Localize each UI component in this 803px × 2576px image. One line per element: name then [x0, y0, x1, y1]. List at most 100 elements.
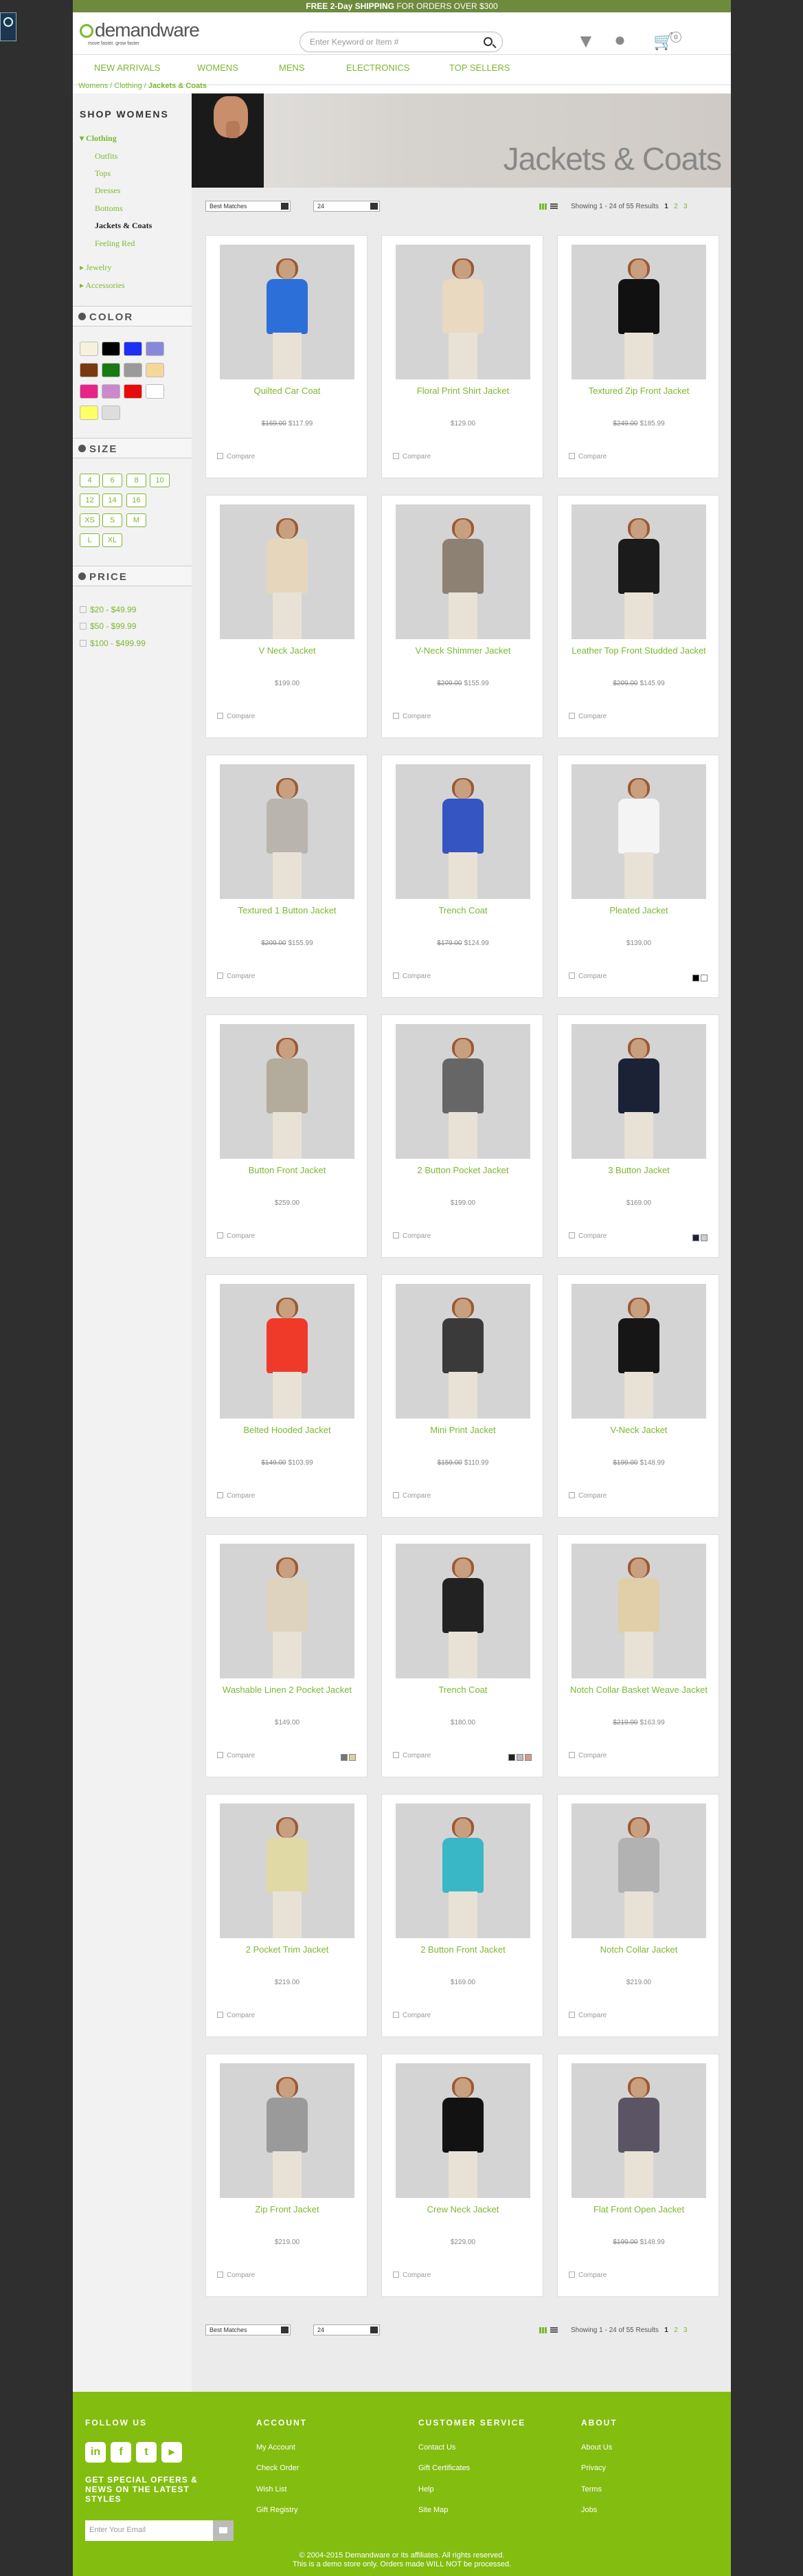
checkbox[interactable]	[569, 1752, 575, 1758]
size-option[interactable]: L	[80, 533, 100, 547]
product-tile[interactable]: Trench Coat $179.00 $124.99 Compare	[381, 755, 543, 998]
checkbox[interactable]	[393, 973, 399, 979]
product-name[interactable]: Zip Front Jacket	[212, 2204, 363, 2215]
product-tile[interactable]: Washable Linen 2 Pocket Jacket $149.00 Com…	[205, 1534, 367, 1777]
youtube-icon[interactable]: ▶	[161, 2442, 182, 2463]
product-swatch[interactable]	[525, 1754, 532, 1761]
compare-checkbox[interactable]: Compare	[393, 2272, 431, 2279]
footer-site-map[interactable]: Site Map	[418, 2506, 448, 2514]
footer-jobs[interactable]: Jobs	[581, 2506, 597, 2514]
email-submit-button[interactable]	[213, 2520, 234, 2541]
compare-checkbox[interactable]: Compare	[393, 2012, 431, 2019]
footer-my-account[interactable]: My Account	[256, 2443, 295, 2452]
product-name[interactable]: Button Front Jacket	[212, 1165, 363, 1176]
product-name[interactable]: Crew Neck Jacket	[387, 2204, 539, 2215]
product-tile[interactable]: Button Front Jacket $259.00 Compare	[205, 1014, 367, 1258]
nav-top-sellers[interactable]: TOP SELLERS	[449, 63, 510, 73]
product-tile[interactable]: Belted Hooded Jacket $149.00 $103.99 Compar…	[205, 1274, 367, 1518]
size-option[interactable]: 4	[80, 474, 100, 487]
checkbox[interactable]	[569, 1232, 575, 1239]
color-swatch[interactable]	[102, 342, 120, 356]
color-swatch[interactable]	[124, 363, 142, 377]
sub-outfits[interactable]: Outfits	[95, 151, 117, 162]
product-image[interactable]	[396, 2063, 530, 2198]
color-swatch[interactable]	[124, 342, 142, 356]
checkbox[interactable]	[393, 1232, 399, 1239]
color-swatch[interactable]	[80, 342, 98, 356]
page-2[interactable]: 2	[674, 2327, 678, 2334]
product-swatch[interactable]	[349, 1754, 356, 1761]
checkbox[interactable]	[80, 623, 87, 630]
product-tile[interactable]: V-Neck Jacket $199.00 $148.99 Compare	[557, 1274, 719, 1518]
breadcrumb-womens[interactable]: Womens	[78, 82, 108, 90]
product-name[interactable]: Flat Front Open Jacket	[563, 2204, 714, 2215]
compare-checkbox[interactable]: Compare	[217, 453, 255, 460]
list-view-icon[interactable]	[550, 2327, 558, 2333]
product-name[interactable]: Quilted Car Coat	[212, 386, 363, 397]
product-tile[interactable]: Textured 1 Button Jacket $209.00 $155.99 Co…	[205, 755, 367, 998]
product-name[interactable]: Mini Print Jacket	[387, 1425, 539, 1436]
checkbox[interactable]	[569, 453, 575, 459]
product-name[interactable]: V-Neck Shimmer Jacket	[387, 645, 539, 656]
product-name[interactable]: Belted Hooded Jacket	[212, 1425, 363, 1436]
footer-terms[interactable]: Terms	[581, 2485, 602, 2494]
checkbox[interactable]	[569, 973, 575, 979]
checkbox[interactable]	[393, 2012, 399, 2018]
sub-dresses[interactable]: Dresses	[95, 186, 120, 196]
product-image[interactable]	[396, 1024, 530, 1159]
color-swatch[interactable]	[80, 384, 98, 399]
product-swatch[interactable]	[692, 975, 699, 981]
grid-view-icon[interactable]	[539, 2327, 547, 2333]
checkbox[interactable]	[393, 713, 399, 719]
product-image[interactable]	[396, 764, 530, 899]
category-jewelry[interactable]: ▸ Jewelry	[80, 263, 111, 273]
compare-checkbox[interactable]: Compare	[569, 453, 607, 460]
list-view-icon[interactable]	[550, 203, 558, 210]
checkbox[interactable]	[393, 1752, 399, 1758]
product-tile[interactable]: 2 Pocket Trim Jacket $219.00 Compare	[205, 1794, 367, 2037]
compare-checkbox[interactable]: Compare	[569, 973, 607, 980]
search-icon[interactable]	[484, 37, 493, 46]
checkbox[interactable]	[217, 2272, 223, 2278]
product-image[interactable]	[572, 764, 706, 899]
compare-checkbox[interactable]: Compare	[569, 713, 607, 720]
color-swatch[interactable]	[124, 384, 142, 399]
product-image[interactable]	[220, 1024, 354, 1159]
sub-tops[interactable]: Tops	[95, 168, 111, 179]
nav-womens[interactable]: WOMENS	[197, 63, 238, 73]
footer-privacy[interactable]: Privacy	[581, 2464, 606, 2472]
size-option[interactable]: XL	[102, 533, 122, 547]
checkbox[interactable]	[217, 1492, 223, 1498]
product-tile[interactable]: Quilted Car Coat $169.00 $117.99 Compare	[205, 235, 367, 478]
product-name[interactable]: 2 Button Pocket Jacket	[387, 1165, 539, 1176]
footer-help[interactable]: Help	[418, 2485, 434, 2494]
sort-select-bottom[interactable]: Best Matches	[205, 2324, 291, 2335]
compare-checkbox[interactable]: Compare	[393, 1492, 431, 1500]
size-option[interactable]: 8	[126, 474, 146, 487]
product-name[interactable]: Textured 1 Button Jacket	[212, 905, 363, 916]
product-image[interactable]	[220, 764, 354, 899]
price-refinement-header[interactable]: PRICE	[73, 566, 192, 586]
color-swatch[interactable]	[146, 342, 164, 356]
product-image[interactable]	[396, 1284, 530, 1419]
compare-checkbox[interactable]: Compare	[217, 973, 255, 980]
footer-wish-list[interactable]: Wish List	[256, 2485, 287, 2494]
compare-checkbox[interactable]: Compare	[217, 713, 255, 720]
product-tile[interactable]: V Neck Jacket $199.00 Compare	[205, 495, 367, 738]
product-tile[interactable]: Leather Top Front Studded Jacket $209.00 $…	[557, 495, 719, 738]
size-option[interactable]: 10	[150, 474, 170, 487]
page-3[interactable]: 3	[683, 2327, 688, 2334]
sort-select[interactable]: Best Matches	[205, 201, 291, 212]
price-range-2[interactable]: $50 - $99.99	[80, 621, 136, 631]
color-swatch[interactable]	[146, 363, 164, 377]
twitter-icon[interactable]: t	[136, 2442, 157, 2463]
product-image[interactable]	[220, 245, 354, 379]
checkbox[interactable]	[217, 1752, 223, 1758]
page-1[interactable]: 1	[664, 2327, 668, 2334]
product-tile[interactable]: Crew Neck Jacket $229.00 Compare	[381, 2054, 543, 2297]
product-image[interactable]	[572, 2063, 706, 2198]
checkbox[interactable]	[569, 1492, 575, 1498]
nav-new-arrivals[interactable]: NEW ARRIVALS	[94, 63, 161, 73]
search-input[interactable]: Enter Keyword or Item #	[299, 32, 503, 52]
compare-checkbox[interactable]: Compare	[393, 973, 431, 980]
